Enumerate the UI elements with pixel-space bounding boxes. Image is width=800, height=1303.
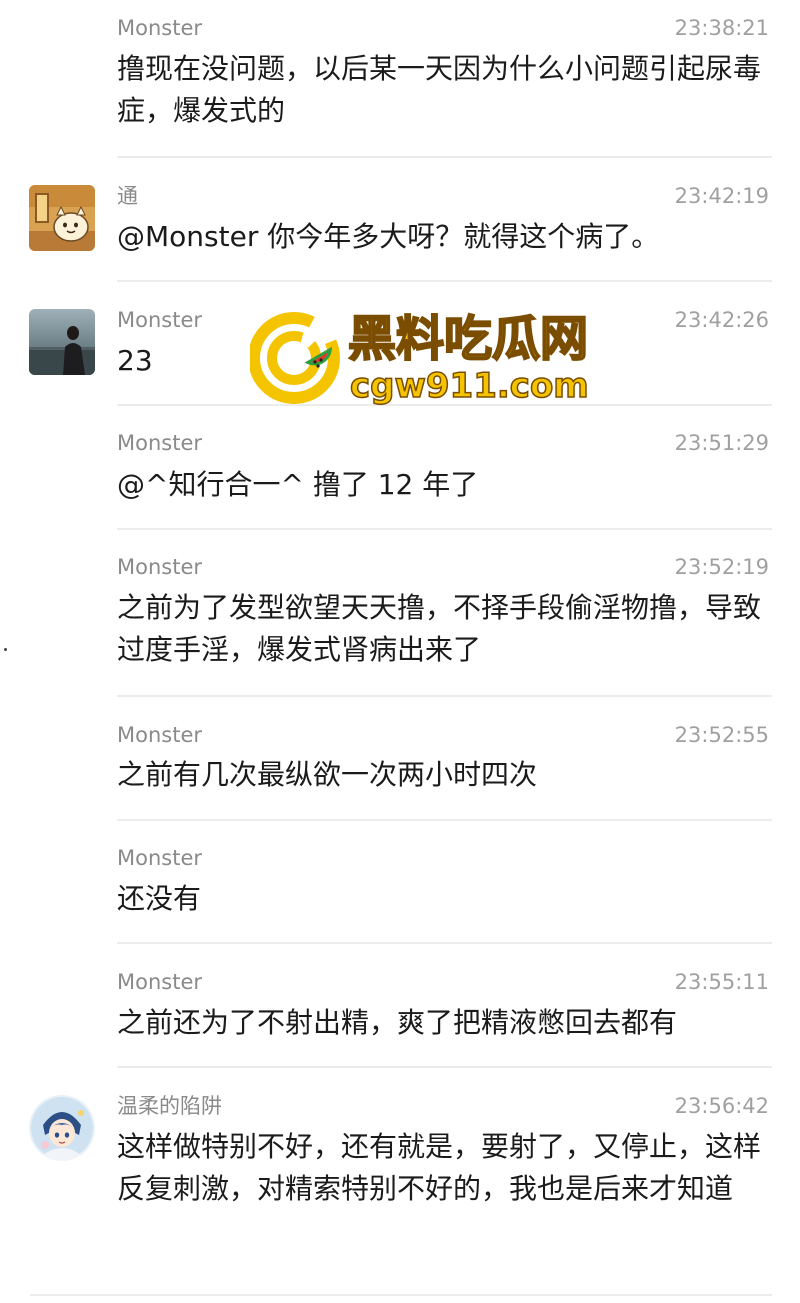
message-divider xyxy=(117,1066,772,1068)
message-divider xyxy=(30,1294,772,1296)
message-sender: Monster xyxy=(117,16,203,40)
message-sender: Monster xyxy=(117,431,203,455)
message-time: 23:52:55 xyxy=(674,723,769,747)
message-time: 23:42:19 xyxy=(674,184,769,208)
message-sender: Monster xyxy=(117,970,203,994)
avatar[interactable] xyxy=(29,185,95,251)
avatar[interactable] xyxy=(29,1095,95,1161)
cg-watermelon-logo-icon xyxy=(250,312,340,404)
message-time: 23:51:29 xyxy=(674,431,769,455)
message-time: 23:38:21 xyxy=(674,16,769,40)
message-text: 撸现在没问题，以后某一天因为什么小问题引起尿毒症，爆发式的 xyxy=(117,52,762,127)
person-photo-avatar-icon xyxy=(29,309,95,375)
watermark: 黑料吃瓜网 cgw911.com xyxy=(250,311,590,407)
message-text: @Monster 你今年多大呀？就得这个病了。 xyxy=(117,220,660,253)
message-sender: 温柔的陷阱 xyxy=(117,1094,222,1118)
message-sender: Monster xyxy=(117,846,203,870)
message-text: @^知行合一^ 撸了 12 年了 xyxy=(117,468,479,501)
watermark-url: cgw911.com xyxy=(349,365,589,407)
message-time: 23:56:42 xyxy=(674,1094,769,1118)
message-text: 这样做特别不好，还有就是，要射了，又停止，这样反复刺激，对精索特别不好的，我也是… xyxy=(117,1130,762,1205)
message-divider xyxy=(117,695,772,697)
message-sender: Monster xyxy=(117,555,203,579)
message-sender: 通 xyxy=(117,184,138,208)
stray-dot xyxy=(4,648,7,651)
chat-history: Monster 23:38:21 撸现在没问题，以后某一天因为什么小问题引起尿毒… xyxy=(0,0,800,1303)
message-time: 23:42:26 xyxy=(674,308,769,332)
message-text: 之前有几次最纵欲一次两小时四次 xyxy=(117,758,538,791)
message-time: 23:55:11 xyxy=(674,970,769,994)
avatar[interactable] xyxy=(29,309,95,375)
anime-avatar-icon xyxy=(29,1095,95,1161)
message-divider xyxy=(117,156,772,158)
message-text: 还没有 xyxy=(117,882,202,915)
message-divider xyxy=(117,819,772,821)
cartoon-avatar-icon xyxy=(29,185,95,251)
message-time: 23:52:19 xyxy=(674,555,769,579)
message-text: 之前为了发型欲望天天撸，不择手段偷淫物撸，导致过度手淫，爆发式肾病出来了 xyxy=(117,591,762,666)
message-sender: Monster xyxy=(117,723,203,747)
message-sender: Monster xyxy=(117,308,203,332)
message-text: 之前还为了不射出精，爽了把精液憋回去都有 xyxy=(117,1006,678,1039)
message-divider xyxy=(117,280,772,282)
message-divider xyxy=(117,528,772,530)
watermark-title: 黑料吃瓜网 xyxy=(347,311,589,367)
message-divider xyxy=(117,942,772,944)
